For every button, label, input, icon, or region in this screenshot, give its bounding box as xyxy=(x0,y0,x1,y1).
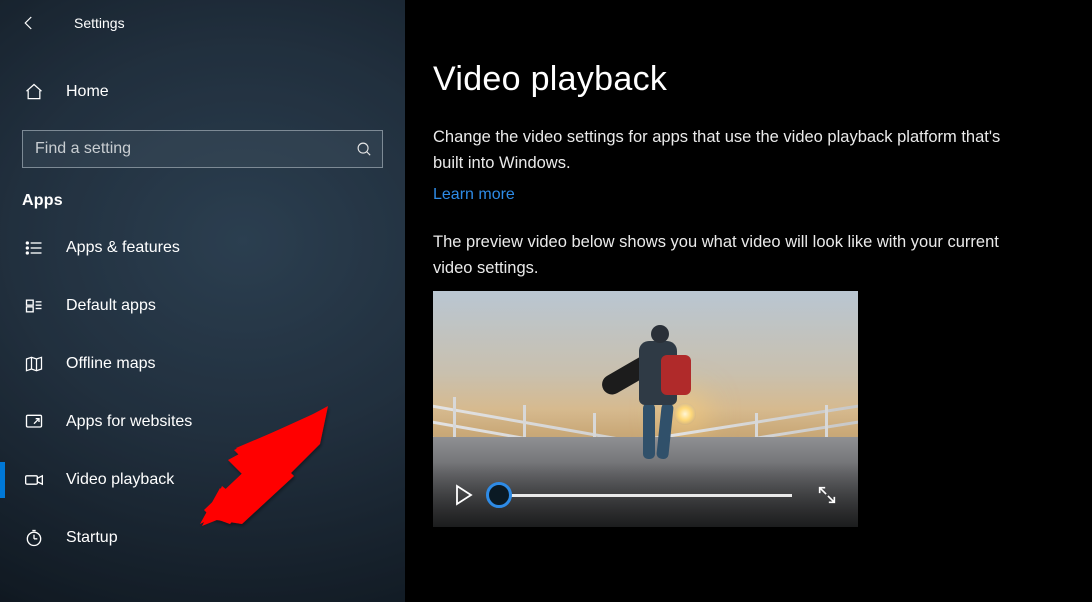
startup-icon xyxy=(24,528,44,548)
sidebar-item-video-playback[interactable]: Video playback xyxy=(0,456,405,504)
search-box[interactable] xyxy=(22,130,383,168)
sidebar-nav: Apps & features Default apps Offline map… xyxy=(0,224,405,562)
sidebar-item-home[interactable]: Home xyxy=(0,72,405,112)
sidebar-item-label: Offline maps xyxy=(66,355,156,373)
preview-caption: The preview video below shows you what v… xyxy=(433,230,1033,281)
sidebar-item-label: Default apps xyxy=(66,297,156,315)
page-description: Change the video settings for apps that … xyxy=(433,125,1033,176)
sidebar-item-apps-websites[interactable]: Apps for websites xyxy=(0,398,405,446)
sidebar-item-label: Apps & features xyxy=(66,239,180,257)
sidebar-item-offline-maps[interactable]: Offline maps xyxy=(0,340,405,388)
sidebar-section-label: Apps xyxy=(22,192,405,210)
settings-window: Settings Home Apps xyxy=(0,0,1092,602)
defaults-icon xyxy=(24,296,44,316)
sidebar-item-label: Apps for websites xyxy=(66,413,192,431)
sidebar: Settings Home Apps xyxy=(0,0,405,602)
seek-thumb[interactable] xyxy=(486,482,512,508)
home-icon xyxy=(24,82,44,102)
sidebar-item-apps-features[interactable]: Apps & features xyxy=(0,224,405,272)
list-icon xyxy=(24,238,44,258)
play-button[interactable] xyxy=(451,482,477,508)
titlebar: Settings xyxy=(0,0,405,46)
sidebar-item-label: Startup xyxy=(66,529,118,547)
map-icon xyxy=(24,354,44,374)
window-title: Settings xyxy=(74,15,125,31)
sidebar-item-default-apps[interactable]: Default apps xyxy=(0,282,405,330)
search-input[interactable] xyxy=(23,140,346,158)
sidebar-item-startup[interactable]: Startup xyxy=(0,514,405,562)
search-icon xyxy=(346,141,382,158)
sidebar-item-label: Video playback xyxy=(66,471,174,489)
video-controls xyxy=(433,463,858,527)
main-content: Video playback Change the video settings… xyxy=(405,0,1092,602)
sidebar-item-label: Home xyxy=(66,83,109,101)
link-icon xyxy=(24,412,44,432)
back-button[interactable] xyxy=(12,6,46,40)
seek-track[interactable] xyxy=(499,494,792,497)
fullscreen-button[interactable] xyxy=(814,482,840,508)
page-title: Video playback xyxy=(433,60,1052,99)
learn-more-link[interactable]: Learn more xyxy=(433,186,515,204)
video-preview[interactable] xyxy=(433,291,858,527)
preview-person xyxy=(623,319,695,469)
video-icon xyxy=(24,470,44,490)
